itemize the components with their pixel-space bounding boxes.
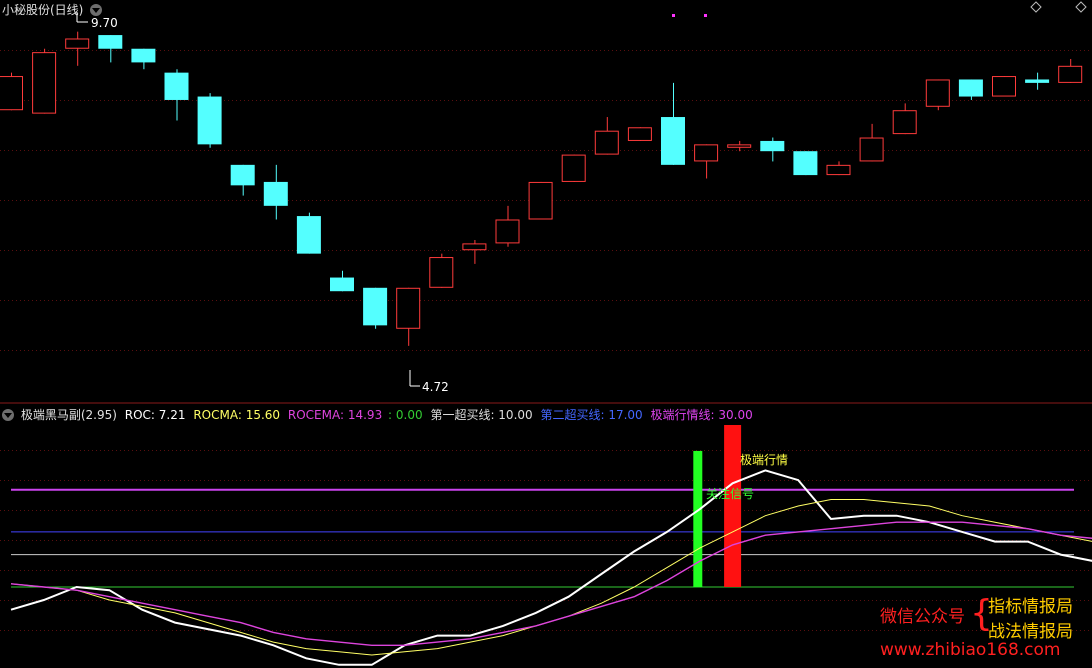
candle-body <box>694 144 719 162</box>
candle-body <box>958 79 983 97</box>
buy2-label: 第二超买线: 17.00 <box>540 408 643 422</box>
marker-dot <box>672 14 675 17</box>
candle-body <box>1058 65 1083 83</box>
candle <box>958 79 983 100</box>
candle-body <box>197 96 222 145</box>
candle <box>230 164 255 196</box>
candle <box>793 151 818 176</box>
candle <box>197 93 222 148</box>
candle-body <box>396 287 421 329</box>
rocma-label: ROCMA: 15.60 <box>193 408 281 422</box>
candle <box>925 79 950 111</box>
candle <box>859 123 884 162</box>
candle <box>661 82 685 165</box>
indicator-lines <box>10 469 1092 666</box>
high-price-label: 9.70 <box>91 16 118 30</box>
candle <box>363 287 388 329</box>
diamond-icon[interactable] <box>1030 1 1042 13</box>
candle-body <box>892 110 917 135</box>
indicator-name[interactable]: 极端黑马副(2.95) <box>21 408 117 422</box>
stock-chart: 9.70 4.72 关注信号 极端行情 <box>0 1 1092 666</box>
candle <box>826 161 851 176</box>
candle-body <box>793 151 818 176</box>
watermark-url[interactable]: www.zhibiao168.com <box>880 640 1060 660</box>
roc-label: ROC: 7.21 <box>124 408 186 422</box>
candle-body <box>462 243 487 251</box>
candle-body <box>859 137 884 162</box>
candle-body <box>363 287 388 326</box>
extreme-label: 极端行情线: 30.00 <box>650 408 753 422</box>
candle <box>330 270 354 292</box>
candle <box>627 127 652 141</box>
candle-body <box>760 140 785 152</box>
candle-body <box>594 130 619 155</box>
candle <box>396 287 421 346</box>
candle <box>760 137 785 162</box>
candle-body <box>561 154 586 182</box>
candle-body <box>230 164 255 186</box>
candle-body <box>263 181 288 206</box>
rocema-label: ROCEMA: 14.93 <box>287 408 383 422</box>
candle-body <box>495 219 520 244</box>
candle <box>65 31 90 66</box>
candle-body <box>528 181 553 220</box>
candle-body <box>727 144 752 148</box>
watermark-left: 微信公众号 <box>880 607 965 627</box>
indicator-header: 极端黑马副(2.95) ROC: 7.21 ROCMA: 15.60 ROCEM… <box>2 406 753 423</box>
candle-body <box>98 35 123 49</box>
candle <box>495 205 520 247</box>
low-price-marker: 4.72 <box>409 370 449 394</box>
candle-body <box>826 164 851 176</box>
green-bar-label: 关注信号 <box>706 486 754 501</box>
candle <box>1025 72 1050 90</box>
candle <box>429 253 454 288</box>
candle <box>892 103 917 135</box>
candle <box>0 72 23 111</box>
candle <box>561 154 586 182</box>
candle <box>594 117 619 155</box>
watermark-right-bottom: 战法情报局 <box>988 622 1073 642</box>
candle <box>1058 58 1083 83</box>
marker-dot <box>704 14 707 17</box>
watermark-right-top: 指标情报局 <box>988 597 1073 617</box>
candle-body <box>992 76 1016 97</box>
candle <box>727 140 752 152</box>
candle-body <box>131 48 156 63</box>
candle <box>694 144 719 179</box>
candle-body <box>661 117 685 165</box>
zero-label: : 0.00 <box>388 408 423 422</box>
diamond-icon[interactable] <box>1075 1 1087 13</box>
candle <box>296 212 321 254</box>
candle <box>263 164 288 220</box>
candle <box>32 48 57 114</box>
signal-bar <box>724 425 742 587</box>
candle-body <box>429 257 454 288</box>
chart-title: 小秘股份(日线) <box>2 3 84 17</box>
chart-title-bar: 小秘股份(日线) <box>2 1 105 18</box>
candle <box>164 69 189 121</box>
candle-body <box>32 52 57 114</box>
candle-body <box>1025 79 1050 83</box>
candle <box>992 76 1016 97</box>
buy1-label: 第一超买线: 10.00 <box>430 408 533 422</box>
candle <box>131 48 156 70</box>
signal-bars <box>693 425 742 587</box>
candle-body <box>925 79 950 107</box>
candle <box>528 181 553 220</box>
candle-body <box>627 127 652 141</box>
dropdown-icon[interactable] <box>2 409 14 421</box>
candle <box>462 239 487 264</box>
candle-body <box>0 76 23 111</box>
candle-body <box>65 38 90 49</box>
candle-body <box>164 72 189 100</box>
candle-body <box>296 216 321 254</box>
red-bar-label: 极端行情 <box>740 453 788 467</box>
low-price-label: 4.72 <box>422 380 449 394</box>
dropdown-icon[interactable] <box>90 4 103 16</box>
indicator-line <box>10 469 1092 666</box>
candlestick-series[interactable] <box>0 31 1083 346</box>
signal-bar <box>693 450 703 587</box>
candle-body <box>330 277 354 292</box>
candle <box>98 35 123 63</box>
